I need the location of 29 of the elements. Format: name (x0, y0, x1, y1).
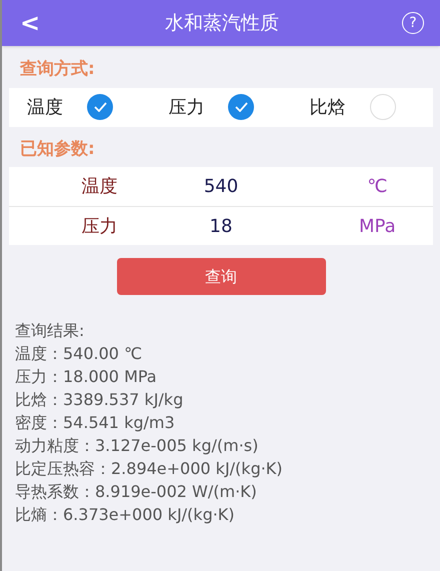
page-title: 水和蒸汽性质 (164, 10, 280, 36)
option-label: 温度 (27, 96, 63, 120)
param-name: 温度 (80, 175, 119, 199)
checked-checkbox[interactable] (87, 94, 113, 120)
section-label: 查询方式: (20, 59, 95, 79)
result-line: 查询结果: (15, 320, 86, 342)
result-line: 动力粘度：3.127e-005 kg/(m·s) (15, 435, 260, 457)
param-value[interactable]: 540 (150, 173, 292, 200)
section-label: 已知参数: (20, 138, 95, 158)
param-name: 压力 (80, 214, 119, 238)
param-unit: MPa (358, 214, 397, 238)
query-button[interactable]: 查询 (116, 258, 326, 295)
empty-checkbox[interactable] (370, 94, 396, 120)
result-line: 压力：18.000 MPa (15, 366, 158, 388)
result-line: 密度：54.541 kg/m3 (15, 412, 176, 434)
param-unit: ℃ (366, 175, 388, 199)
back-button[interactable]: < (18, 5, 42, 41)
result-line: 比定压热容：2.894e+000 kJ/(kg·K) (15, 458, 284, 480)
option-label: 压力 (168, 96, 204, 120)
check-icon (234, 102, 248, 112)
option-label: 比焓 (310, 96, 346, 120)
checked-checkbox[interactable] (228, 94, 254, 120)
result-line: 温度：540.00 ℃ (15, 343, 144, 365)
result-line: 比焓：3389.537 kJ/kg (15, 389, 184, 411)
result-line: 导热系数：8.919e-002 W/(m·K) (15, 481, 258, 503)
result-line: 比熵：6.373e+000 kJ/(kg·K) (15, 504, 236, 526)
check-icon (94, 102, 106, 112)
help-button[interactable]: ? (402, 12, 424, 34)
param-value[interactable]: 18 (150, 212, 292, 240)
